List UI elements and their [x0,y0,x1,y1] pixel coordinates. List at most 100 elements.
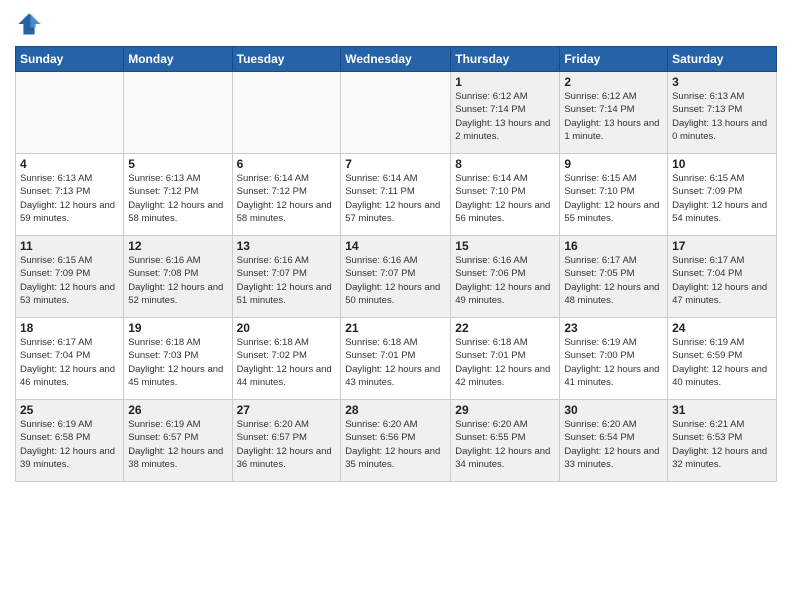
calendar-cell: 13Sunrise: 6:16 AMSunset: 7:07 PMDayligh… [232,236,341,318]
calendar-cell: 16Sunrise: 6:17 AMSunset: 7:05 PMDayligh… [560,236,668,318]
day-info: Sunrise: 6:12 AMSunset: 7:14 PMDaylight:… [455,90,555,143]
day-info: Sunrise: 6:17 AMSunset: 7:05 PMDaylight:… [564,254,663,307]
calendar-cell: 30Sunrise: 6:20 AMSunset: 6:54 PMDayligh… [560,400,668,482]
col-thursday: Thursday [451,47,560,72]
day-info: Sunrise: 6:18 AMSunset: 7:02 PMDaylight:… [237,336,337,389]
calendar-cell: 10Sunrise: 6:15 AMSunset: 7:09 PMDayligh… [668,154,777,236]
calendar-cell [16,72,124,154]
day-info: Sunrise: 6:16 AMSunset: 7:06 PMDaylight:… [455,254,555,307]
day-info: Sunrise: 6:18 AMSunset: 7:01 PMDaylight:… [455,336,555,389]
day-info: Sunrise: 6:17 AMSunset: 7:04 PMDaylight:… [20,336,119,389]
calendar-cell: 17Sunrise: 6:17 AMSunset: 7:04 PMDayligh… [668,236,777,318]
calendar-cell: 26Sunrise: 6:19 AMSunset: 6:57 PMDayligh… [124,400,232,482]
day-number: 23 [564,321,663,335]
day-number: 2 [564,75,663,89]
day-info: Sunrise: 6:13 AMSunset: 7:12 PMDaylight:… [128,172,227,225]
day-info: Sunrise: 6:14 AMSunset: 7:11 PMDaylight:… [345,172,446,225]
calendar-cell: 8Sunrise: 6:14 AMSunset: 7:10 PMDaylight… [451,154,560,236]
calendar-cell: 31Sunrise: 6:21 AMSunset: 6:53 PMDayligh… [668,400,777,482]
day-number: 8 [455,157,555,171]
day-number: 24 [672,321,772,335]
day-info: Sunrise: 6:19 AMSunset: 7:00 PMDaylight:… [564,336,663,389]
calendar-cell: 4Sunrise: 6:13 AMSunset: 7:13 PMDaylight… [16,154,124,236]
calendar-week-row: 18Sunrise: 6:17 AMSunset: 7:04 PMDayligh… [16,318,777,400]
day-number: 31 [672,403,772,417]
day-number: 13 [237,239,337,253]
col-friday: Friday [560,47,668,72]
day-info: Sunrise: 6:19 AMSunset: 6:59 PMDaylight:… [672,336,772,389]
day-info: Sunrise: 6:16 AMSunset: 7:08 PMDaylight:… [128,254,227,307]
calendar-cell: 21Sunrise: 6:18 AMSunset: 7:01 PMDayligh… [341,318,451,400]
col-saturday: Saturday [668,47,777,72]
day-info: Sunrise: 6:20 AMSunset: 6:55 PMDaylight:… [455,418,555,471]
day-number: 5 [128,157,227,171]
day-info: Sunrise: 6:20 AMSunset: 6:54 PMDaylight:… [564,418,663,471]
calendar-cell: 9Sunrise: 6:15 AMSunset: 7:10 PMDaylight… [560,154,668,236]
day-info: Sunrise: 6:21 AMSunset: 6:53 PMDaylight:… [672,418,772,471]
calendar-cell: 18Sunrise: 6:17 AMSunset: 7:04 PMDayligh… [16,318,124,400]
day-number: 3 [672,75,772,89]
calendar-cell: 29Sunrise: 6:20 AMSunset: 6:55 PMDayligh… [451,400,560,482]
day-number: 30 [564,403,663,417]
day-info: Sunrise: 6:13 AMSunset: 7:13 PMDaylight:… [20,172,119,225]
day-number: 4 [20,157,119,171]
calendar-table: Sunday Monday Tuesday Wednesday Thursday… [15,46,777,482]
calendar-cell: 1Sunrise: 6:12 AMSunset: 7:14 PMDaylight… [451,72,560,154]
day-number: 21 [345,321,446,335]
day-info: Sunrise: 6:20 AMSunset: 6:56 PMDaylight:… [345,418,446,471]
day-info: Sunrise: 6:13 AMSunset: 7:13 PMDaylight:… [672,90,772,143]
logo [15,10,45,38]
calendar-cell: 12Sunrise: 6:16 AMSunset: 7:08 PMDayligh… [124,236,232,318]
day-number: 22 [455,321,555,335]
calendar-cell: 24Sunrise: 6:19 AMSunset: 6:59 PMDayligh… [668,318,777,400]
calendar-cell [232,72,341,154]
calendar-week-row: 4Sunrise: 6:13 AMSunset: 7:13 PMDaylight… [16,154,777,236]
col-tuesday: Tuesday [232,47,341,72]
calendar-week-row: 1Sunrise: 6:12 AMSunset: 7:14 PMDaylight… [16,72,777,154]
day-info: Sunrise: 6:14 AMSunset: 7:12 PMDaylight:… [237,172,337,225]
day-info: Sunrise: 6:17 AMSunset: 7:04 PMDaylight:… [672,254,772,307]
calendar-cell: 3Sunrise: 6:13 AMSunset: 7:13 PMDaylight… [668,72,777,154]
day-info: Sunrise: 6:20 AMSunset: 6:57 PMDaylight:… [237,418,337,471]
calendar-cell: 6Sunrise: 6:14 AMSunset: 7:12 PMDaylight… [232,154,341,236]
calendar-cell: 11Sunrise: 6:15 AMSunset: 7:09 PMDayligh… [16,236,124,318]
page-header [15,10,777,38]
day-number: 11 [20,239,119,253]
day-number: 28 [345,403,446,417]
day-info: Sunrise: 6:18 AMSunset: 7:03 PMDaylight:… [128,336,227,389]
day-number: 12 [128,239,227,253]
day-info: Sunrise: 6:15 AMSunset: 7:09 PMDaylight:… [20,254,119,307]
day-number: 7 [345,157,446,171]
day-number: 1 [455,75,555,89]
day-info: Sunrise: 6:18 AMSunset: 7:01 PMDaylight:… [345,336,446,389]
col-sunday: Sunday [16,47,124,72]
logo-icon [15,10,43,38]
calendar-cell: 25Sunrise: 6:19 AMSunset: 6:58 PMDayligh… [16,400,124,482]
day-number: 29 [455,403,555,417]
calendar-week-row: 25Sunrise: 6:19 AMSunset: 6:58 PMDayligh… [16,400,777,482]
calendar-cell: 19Sunrise: 6:18 AMSunset: 7:03 PMDayligh… [124,318,232,400]
calendar-cell: 5Sunrise: 6:13 AMSunset: 7:12 PMDaylight… [124,154,232,236]
day-info: Sunrise: 6:19 AMSunset: 6:57 PMDaylight:… [128,418,227,471]
col-wednesday: Wednesday [341,47,451,72]
day-info: Sunrise: 6:14 AMSunset: 7:10 PMDaylight:… [455,172,555,225]
day-number: 9 [564,157,663,171]
calendar-cell: 28Sunrise: 6:20 AMSunset: 6:56 PMDayligh… [341,400,451,482]
calendar-cell [124,72,232,154]
day-info: Sunrise: 6:15 AMSunset: 7:09 PMDaylight:… [672,172,772,225]
day-number: 16 [564,239,663,253]
day-number: 6 [237,157,337,171]
day-number: 10 [672,157,772,171]
calendar-cell: 2Sunrise: 6:12 AMSunset: 7:14 PMDaylight… [560,72,668,154]
col-monday: Monday [124,47,232,72]
calendar-header-row: Sunday Monday Tuesday Wednesday Thursday… [16,47,777,72]
calendar-cell [341,72,451,154]
calendar-cell: 15Sunrise: 6:16 AMSunset: 7:06 PMDayligh… [451,236,560,318]
day-number: 27 [237,403,337,417]
day-info: Sunrise: 6:16 AMSunset: 7:07 PMDaylight:… [345,254,446,307]
day-number: 18 [20,321,119,335]
calendar-week-row: 11Sunrise: 6:15 AMSunset: 7:09 PMDayligh… [16,236,777,318]
day-number: 25 [20,403,119,417]
day-info: Sunrise: 6:16 AMSunset: 7:07 PMDaylight:… [237,254,337,307]
day-info: Sunrise: 6:12 AMSunset: 7:14 PMDaylight:… [564,90,663,143]
